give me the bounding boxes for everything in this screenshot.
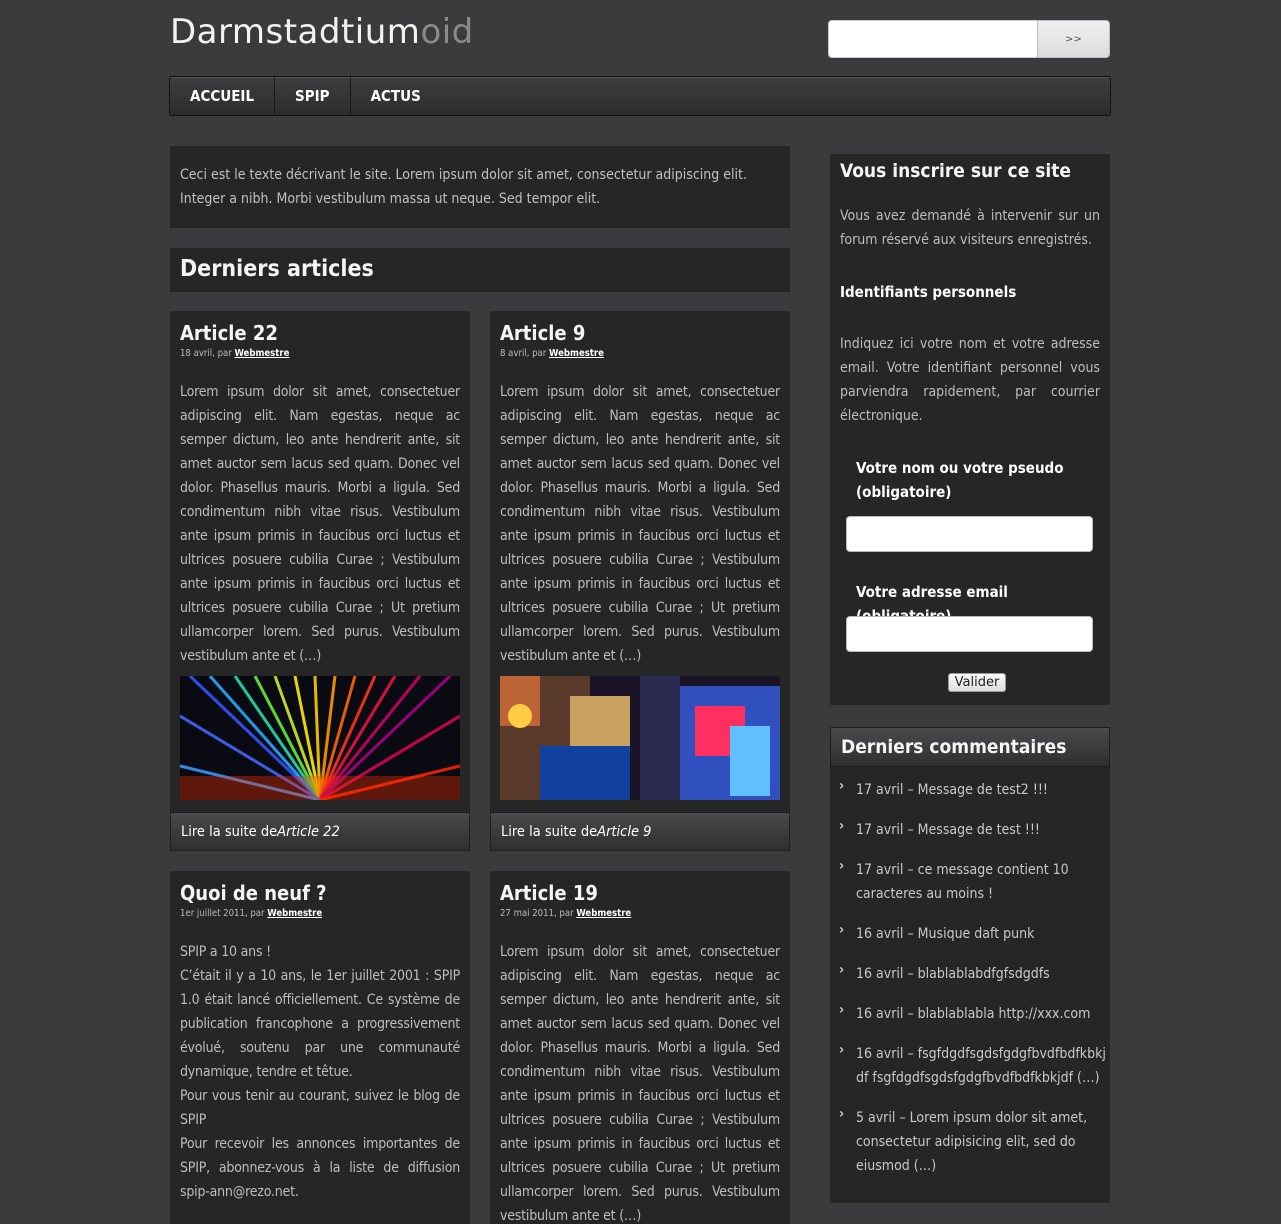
article-card: Quoi de neuf ? 1er juillet 2011, par Web… bbox=[170, 871, 470, 1224]
chevron-right-icon: › bbox=[839, 858, 845, 874]
article-meta: 27 mai 2011, par Webmestre bbox=[500, 908, 780, 919]
site-title-light: oid bbox=[420, 12, 474, 52]
site-title-main: Darmstadtium bbox=[170, 12, 421, 52]
comments-title: Derniers commentaires bbox=[830, 727, 1110, 767]
article-title[interactable]: Article 9 bbox=[500, 321, 780, 345]
signup-instructions: Indiquez ici votre nom et votre adresse … bbox=[840, 336, 1100, 424]
article-thumbnail[interactable] bbox=[180, 676, 460, 800]
read-more-title: Article 22 bbox=[277, 823, 340, 840]
read-more-title: Article 9 bbox=[597, 823, 652, 840]
email-field[interactable] bbox=[846, 616, 1093, 652]
chevron-right-icon: › bbox=[839, 1002, 845, 1018]
author-link[interactable]: Webmestre bbox=[234, 348, 289, 359]
author-link[interactable]: Webmestre bbox=[576, 908, 631, 919]
nav-item-accueil[interactable]: ACCUEIL bbox=[170, 77, 276, 115]
comment-item[interactable]: 16 avril – blablablabla http://xxx.com bbox=[856, 1002, 1106, 1026]
chevron-right-icon: › bbox=[839, 778, 845, 794]
article-excerpt: Lorem ipsum dolor sit amet, consectetuer… bbox=[180, 384, 460, 664]
signup-title: Vous inscrire sur ce site bbox=[840, 160, 1072, 182]
chevron-right-icon: › bbox=[839, 1106, 845, 1122]
comment-item[interactable]: 17 avril – ce message contient 10 caract… bbox=[856, 858, 1106, 906]
nav-item-spip[interactable]: SPIP bbox=[275, 77, 351, 115]
read-more-link[interactable]: Lire la suite de Article 9 bbox=[490, 812, 790, 851]
article-excerpt: Lorem ipsum dolor sit amet, consectetuer… bbox=[500, 944, 780, 1224]
site-logo[interactable]: Darmstadtiumoid bbox=[170, 12, 474, 52]
comment-item[interactable]: 17 avril – Message de test !!! bbox=[856, 818, 1106, 842]
main-nav: ACCUEIL SPIP ACTUS bbox=[169, 76, 1111, 116]
submit-button[interactable]: Valider bbox=[948, 673, 1006, 692]
section-title: Derniers articles bbox=[170, 248, 790, 292]
article-meta: 8 avril, par Webmestre bbox=[500, 348, 780, 359]
chevron-right-icon: › bbox=[839, 818, 845, 834]
article-excerpt: Lorem ipsum dolor sit amet, consectetuer… bbox=[500, 384, 780, 664]
comment-item[interactable]: 16 avril – fsgfdgdfsgdsfgdgfbvdfbdfkbkjd… bbox=[856, 1042, 1106, 1090]
name-label: Votre nom ou votre pseudo (obligatoire) bbox=[856, 459, 1064, 501]
read-more-label: Lire la suite de bbox=[501, 823, 598, 840]
name-field[interactable] bbox=[846, 516, 1093, 552]
article-title[interactable]: Article 22 bbox=[180, 321, 460, 345]
article-date: 1er juillet 2011, par bbox=[180, 908, 268, 919]
article-title[interactable]: Quoi de neuf ? bbox=[180, 881, 460, 905]
comment-item[interactable]: 17 avril – Message de test2 !!! bbox=[856, 778, 1106, 802]
chevron-right-icon: › bbox=[839, 962, 845, 978]
author-link[interactable]: Webmestre bbox=[549, 348, 604, 359]
chevron-right-icon: › bbox=[839, 1042, 845, 1058]
author-link[interactable]: Webmestre bbox=[267, 908, 322, 919]
article-card: Article 19 27 mai 2011, par Webmestre Lo… bbox=[490, 871, 790, 1224]
comment-item[interactable]: 16 avril – Musique daft punk bbox=[856, 922, 1106, 946]
nav-item-actus[interactable]: ACTUS bbox=[351, 77, 441, 115]
article-title[interactable]: Article 19 bbox=[500, 881, 780, 905]
signup-intro: Vous avez demandé à intervenir sur un fo… bbox=[840, 208, 1100, 248]
credentials-subtitle: Identifiants personnels bbox=[840, 283, 1017, 301]
article-date: 27 mai 2011, par bbox=[500, 908, 577, 919]
site-description: Ceci est le texte décrivant le site. Lor… bbox=[170, 146, 790, 228]
article-excerpt: SPIP a 10 ans ! C’était il y a 10 ans, l… bbox=[180, 944, 460, 1200]
read-more-label: Lire la suite de bbox=[181, 823, 278, 840]
comment-item[interactable]: 5 avril – Lorem ipsum dolor sit amet, co… bbox=[856, 1106, 1106, 1178]
article-thumbnail[interactable] bbox=[500, 676, 780, 800]
search-input[interactable] bbox=[828, 20, 1038, 58]
comment-item[interactable]: 16 avril – blablablabdfgfsdgdfs bbox=[856, 962, 1106, 986]
article-date: 8 avril, par bbox=[500, 348, 550, 359]
chevron-right-icon: › bbox=[839, 922, 845, 938]
search-button[interactable]: >> bbox=[1037, 20, 1110, 58]
read-more-link[interactable]: Lire la suite de Article 22 bbox=[170, 812, 470, 851]
article-meta: 1er juillet 2011, par Webmestre bbox=[180, 908, 460, 919]
article-card: Article 9 8 avril, par Webmestre Lorem i… bbox=[490, 311, 790, 851]
article-card: Article 22 18 avril, par Webmestre Lorem… bbox=[170, 311, 470, 851]
article-date: 18 avril, par bbox=[180, 348, 235, 359]
article-meta: 18 avril, par Webmestre bbox=[180, 348, 460, 359]
